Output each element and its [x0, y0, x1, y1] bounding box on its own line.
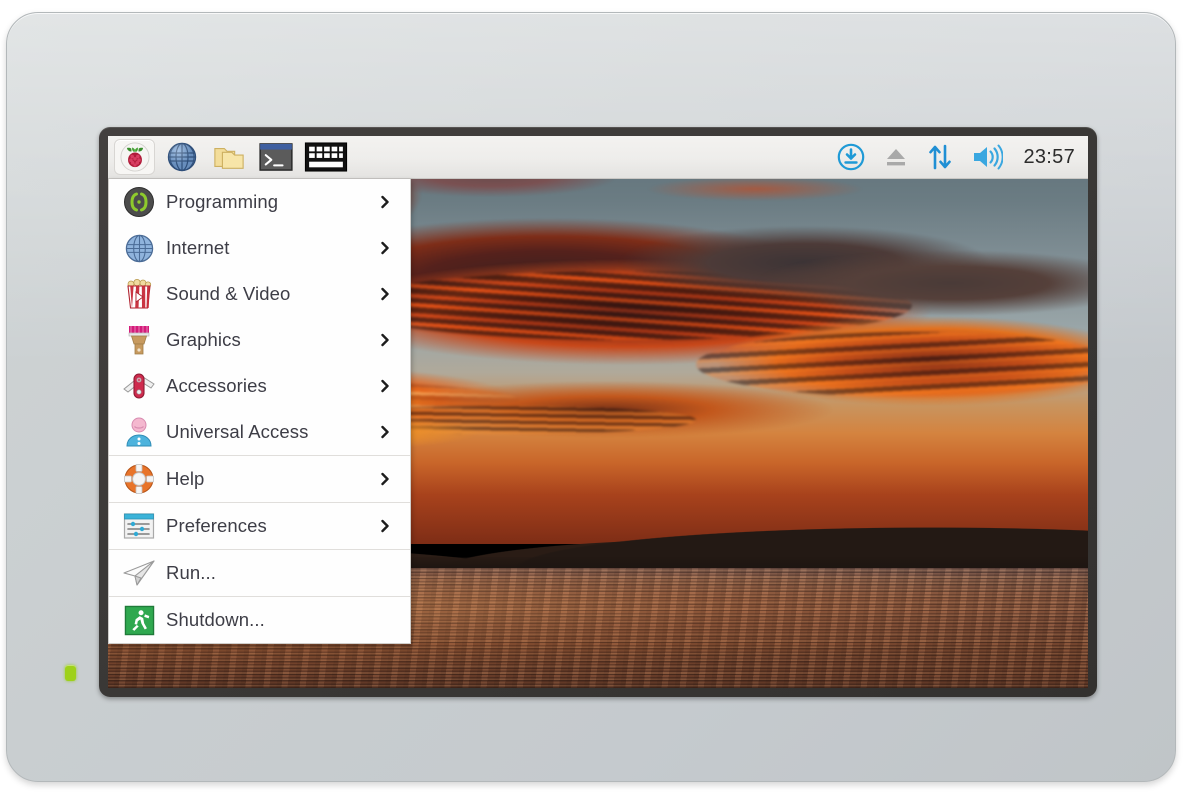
device-case: 23:57 Programming Internet Sound & Video… [6, 12, 1176, 782]
popcorn-icon [120, 275, 158, 313]
menu-item-label: Help [166, 468, 205, 489]
braces-icon [120, 183, 158, 221]
taskbar-panel: 23:57 [108, 136, 1088, 179]
globe-icon [120, 229, 158, 267]
power-led-indicator [65, 665, 76, 681]
chevron-right-icon [381, 425, 389, 439]
terminal-icon [258, 143, 293, 171]
menu-item-accessories[interactable]: Accessories [109, 363, 410, 409]
menu-item-label: Graphics [166, 329, 241, 350]
network-icon[interactable] [927, 143, 953, 171]
keyboard-button[interactable] [302, 139, 350, 175]
terminal-button[interactable] [255, 139, 296, 175]
file-manager-button[interactable] [208, 139, 249, 175]
sliders-window-icon [120, 507, 158, 545]
chevron-right-icon [381, 333, 389, 347]
menu-item-label: Accessories [166, 375, 267, 396]
menu-item-label: Programming [166, 191, 279, 212]
menu-item-shutdown[interactable]: Shutdown... [109, 597, 410, 643]
person-icon [120, 413, 158, 451]
menu-item-label: Internet [166, 237, 230, 258]
keyboard-icon [304, 142, 348, 172]
raspberry-logo-icon [119, 142, 150, 172]
menu-item-label: Shutdown... [166, 609, 265, 630]
folder-icon [213, 147, 244, 169]
no-submenu-spacer [378, 566, 392, 580]
menu-item-run[interactable]: Run... [109, 550, 410, 596]
menu-item-preferences[interactable]: Preferences [109, 503, 410, 549]
chevron-right-icon [381, 195, 389, 209]
eject-icon[interactable] [883, 145, 909, 169]
menu-item-help[interactable]: Help [109, 456, 410, 502]
paintbrush-icon [120, 321, 158, 359]
menu-item-label: Run... [166, 562, 216, 583]
menu-item-internet[interactable]: Internet [109, 225, 410, 271]
screen-bezel: 23:57 Programming Internet Sound & Video… [99, 127, 1097, 697]
chevron-right-icon [381, 241, 389, 255]
exit-runner-icon [120, 601, 158, 639]
paper-plane-icon [120, 554, 158, 592]
system-tray: 23:57 [837, 143, 1079, 171]
chevron-right-icon [381, 519, 389, 533]
pocketknife-icon [120, 367, 158, 405]
menu-button[interactable] [114, 139, 155, 175]
menu-item-label: Preferences [166, 515, 267, 536]
updates-available-icon[interactable] [837, 143, 865, 171]
menu-item-label: Universal Access [166, 421, 309, 442]
menu-item-sound-video[interactable]: Sound & Video [109, 271, 410, 317]
web-browser-button[interactable] [161, 139, 202, 175]
menu-item-graphics[interactable]: Graphics [109, 317, 410, 363]
main-menu-popup: Programming Internet Sound & Video Graph… [108, 179, 411, 644]
volume-icon[interactable] [971, 144, 1004, 170]
no-submenu-spacer [378, 613, 392, 627]
chevron-right-icon [381, 379, 389, 393]
chevron-right-icon [381, 287, 389, 301]
menu-item-label: Sound & Video [166, 283, 291, 304]
lifebuoy-icon [120, 460, 158, 498]
display-screen: 23:57 Programming Internet Sound & Video… [108, 136, 1088, 688]
menu-item-programming[interactable]: Programming [109, 179, 410, 225]
clock[interactable]: 23:57 [1021, 146, 1075, 169]
globe-icon [167, 142, 196, 172]
chevron-right-icon [381, 472, 389, 486]
menu-item-universal-access[interactable]: Universal Access [109, 409, 410, 455]
